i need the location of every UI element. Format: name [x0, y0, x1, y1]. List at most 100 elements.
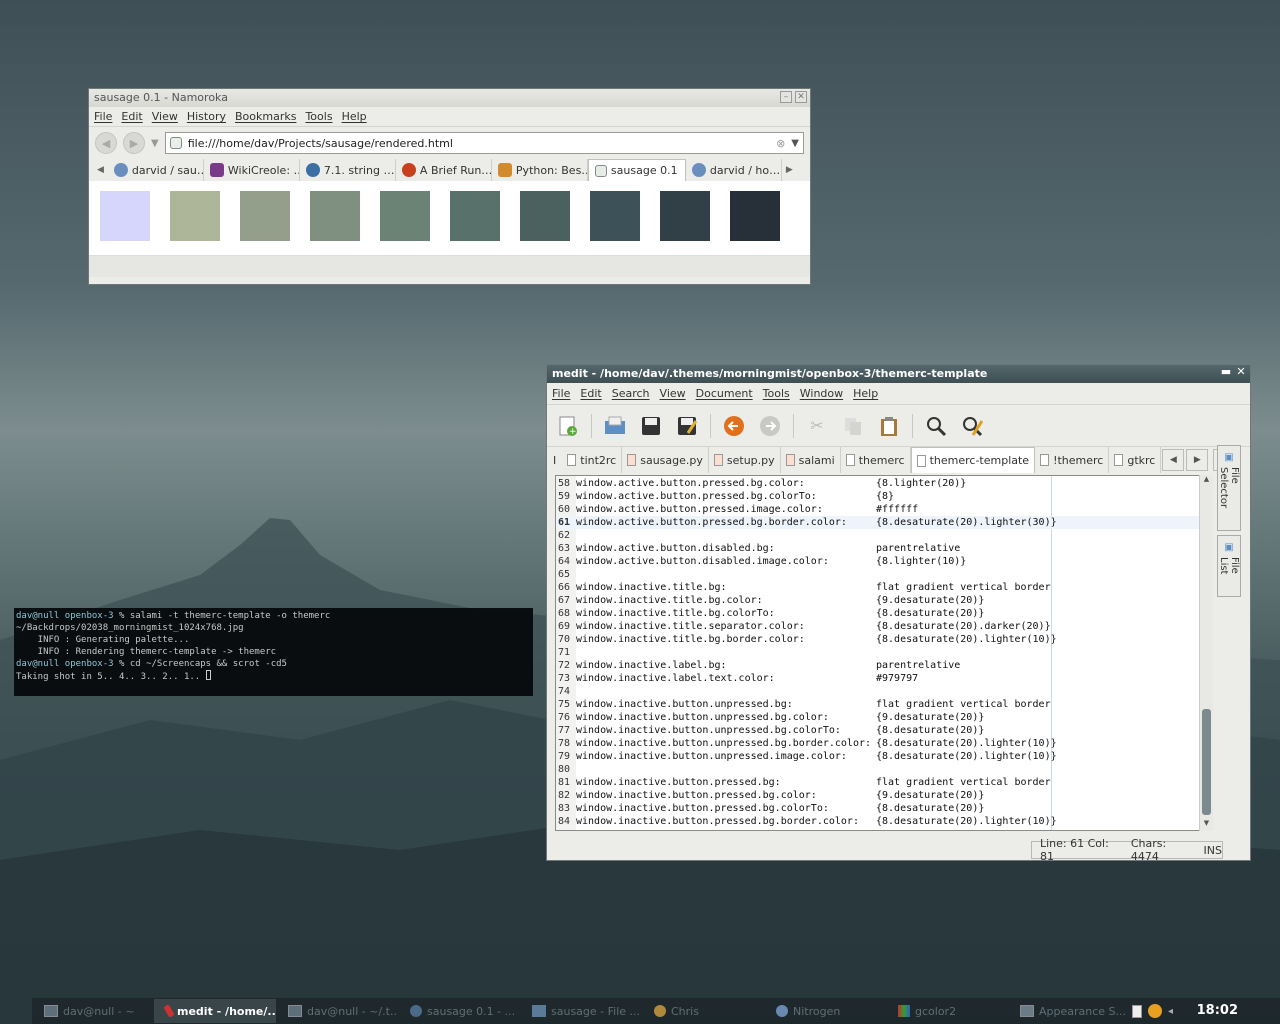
- doc-tab[interactable]: salami: [781, 447, 841, 473]
- line-number: 67: [558, 595, 571, 606]
- menu-view[interactable]: View: [152, 110, 178, 123]
- scroll-up-arrow[interactable]: ▲: [1200, 475, 1213, 487]
- insert-mode: INS: [1203, 843, 1222, 857]
- menu-tools[interactable]: Tools: [763, 387, 790, 400]
- file-selector-tab[interactable]: ▣ File Selector: [1217, 445, 1241, 531]
- task-nitrogen[interactable]: Nitrogen: [764, 999, 886, 1023]
- editor-scrollbar[interactable]: ▲ ▼: [1199, 475, 1213, 831]
- tabs-next-button[interactable]: ▶: [1186, 449, 1209, 471]
- code-key: window.inactive.button.unpressed.image.c…: [576, 751, 847, 762]
- save-button[interactable]: [638, 413, 664, 439]
- doc-tab[interactable]: setup.py: [709, 447, 781, 473]
- copy-button[interactable]: [840, 413, 866, 439]
- file-list-tab[interactable]: ▣ File List: [1217, 535, 1241, 597]
- text-editor[interactable]: 58 window.active.button.pressed.bg.color:…: [555, 475, 1201, 831]
- close-button[interactable]: ✕: [795, 91, 807, 103]
- globe-icon: [113, 163, 128, 177]
- python-file-icon: [627, 454, 637, 466]
- history-dropdown-icon[interactable]: ▼: [151, 138, 159, 149]
- tab-scroll-right-icon[interactable]: ▶: [782, 159, 797, 181]
- code-value: {8.desaturate(20)}: [876, 608, 985, 619]
- code-value: {8.desaturate(20).lighter(10)}: [876, 816, 1057, 827]
- tab-scroll-left-icon[interactable]: ◀: [93, 159, 108, 181]
- forward-button[interactable]: ▶: [123, 132, 145, 154]
- clear-url-icon[interactable]: ⊗: [776, 137, 785, 150]
- terminal[interactable]: dav@null openbox-3 % salami -t themerc-t…: [14, 608, 533, 696]
- scroll-thumb[interactable]: [1202, 709, 1211, 815]
- find-replace-button[interactable]: [959, 413, 985, 439]
- browser-tab[interactable]: darvid / ho…: [686, 159, 782, 181]
- system-tray: ◂: [1132, 1004, 1173, 1018]
- menu-edit[interactable]: Edit: [580, 387, 601, 400]
- update-notifier-icon[interactable]: [1148, 1004, 1162, 1018]
- volume-icon[interactable]: ◂: [1168, 1006, 1173, 1017]
- tabs-prev-button[interactable]: ◀: [1162, 449, 1185, 471]
- menu-bookmarks[interactable]: Bookmarks: [235, 110, 296, 123]
- code-key: window.inactive.title.bg.colorTo:: [576, 608, 775, 619]
- task-terminal[interactable]: dav@null - ~: [32, 999, 154, 1023]
- cut-button[interactable]: ✂: [804, 413, 830, 439]
- menu-help[interactable]: Help: [342, 110, 367, 123]
- save-as-button[interactable]: [674, 413, 700, 439]
- clipboard-icon[interactable]: [1132, 1004, 1142, 1018]
- url-text[interactable]: file:///home/dav/Projects/sausage/render…: [188, 137, 770, 150]
- menu-file[interactable]: File: [552, 387, 570, 400]
- task-appearance[interactable]: Appearance S...: [1008, 999, 1130, 1023]
- doc-tab[interactable]: tint2rc: [562, 447, 623, 473]
- browser-tab[interactable]: 7.1. string …: [300, 159, 396, 181]
- code-value: {8.desaturate(20).darker(20)}: [876, 621, 1051, 632]
- menu-window[interactable]: Window: [800, 387, 843, 400]
- task-file-manager[interactable]: sausage - File ...: [520, 999, 642, 1023]
- line-number: 69: [558, 621, 571, 632]
- doc-tab[interactable]: sausage.py: [622, 447, 709, 473]
- undo-button[interactable]: [721, 413, 747, 439]
- close-button[interactable]: ✕: [1235, 366, 1247, 379]
- medit-titlebar[interactable]: medit - /home/dav/.themes/morningmist/op…: [547, 365, 1250, 383]
- paste-button[interactable]: [876, 413, 902, 439]
- new-document-button[interactable]: +: [555, 413, 581, 439]
- menu-view[interactable]: View: [660, 387, 686, 400]
- url-dropdown-icon[interactable]: ▼: [791, 138, 799, 149]
- browser-tab[interactable]: A Brief Run…: [396, 159, 492, 181]
- code-line: 58 window.active.button.pressed.bg.color:…: [556, 477, 1200, 490]
- browser-tab[interactable]: darvid / sau…: [108, 159, 204, 181]
- minimize-button[interactable]: ▬: [1220, 366, 1232, 379]
- menu-document[interactable]: Document: [696, 387, 753, 400]
- task-chat[interactable]: Chris: [642, 999, 764, 1023]
- browser-tab[interactable]: WikiCreole: …: [204, 159, 300, 181]
- back-button[interactable]: ◀: [95, 132, 117, 154]
- browser-tab-active[interactable]: sausage 0.1: [587, 159, 686, 181]
- browser-titlebar[interactable]: sausage 0.1 - Namoroka – ✕: [89, 89, 810, 107]
- redo-button[interactable]: [757, 413, 783, 439]
- doc-tab[interactable]: gtkrc: [1109, 447, 1162, 473]
- menu-history[interactable]: History: [187, 110, 226, 123]
- menu-search[interactable]: Search: [612, 387, 650, 400]
- doc-tab[interactable]: !themerc: [1035, 447, 1110, 473]
- menu-tools[interactable]: Tools: [305, 110, 332, 123]
- open-button[interactable]: [602, 413, 628, 439]
- menu-help[interactable]: Help: [853, 387, 878, 400]
- medit-window: medit - /home/dav/.themes/morningmist/op…: [546, 364, 1251, 863]
- task-gcolor2[interactable]: gcolor2: [886, 999, 1008, 1023]
- task-medit[interactable]: medit - /home/...: [154, 999, 276, 1023]
- task-terminal-2[interactable]: dav@null - ~/.t...: [276, 999, 398, 1023]
- code-value: parentrelative: [876, 543, 961, 554]
- minimize-button[interactable]: –: [780, 91, 792, 103]
- code-key: window.inactive.button.unpressed.bg.colo…: [576, 725, 841, 736]
- doc-tab-active[interactable]: themerc-template: [910, 447, 1036, 473]
- doc-tab[interactable]: themerc: [841, 447, 911, 473]
- menu-edit[interactable]: Edit: [121, 110, 142, 123]
- code-line: 84 window.inactive.button.pressed.bg.bord…: [556, 815, 1200, 828]
- scroll-down-arrow[interactable]: ▼: [1200, 819, 1213, 831]
- browser-tab[interactable]: Python: Bes…: [492, 159, 588, 181]
- code-line: 69 window.inactive.title.separator.color:…: [556, 620, 1200, 633]
- code-line: 82 window.inactive.button.pressed.bg.colo…: [556, 789, 1200, 802]
- list-icon: ▣: [1223, 542, 1235, 553]
- find-button[interactable]: [923, 413, 949, 439]
- menu-file[interactable]: File: [94, 110, 112, 123]
- line-number: 80: [558, 764, 571, 775]
- code-key: window.active.button.pressed.image.color…: [576, 504, 823, 515]
- color-swatch: [100, 191, 150, 241]
- url-bar[interactable]: file:///home/dav/Projects/sausage/render…: [164, 132, 804, 154]
- task-browser[interactable]: sausage 0.1 - ...: [398, 999, 520, 1023]
